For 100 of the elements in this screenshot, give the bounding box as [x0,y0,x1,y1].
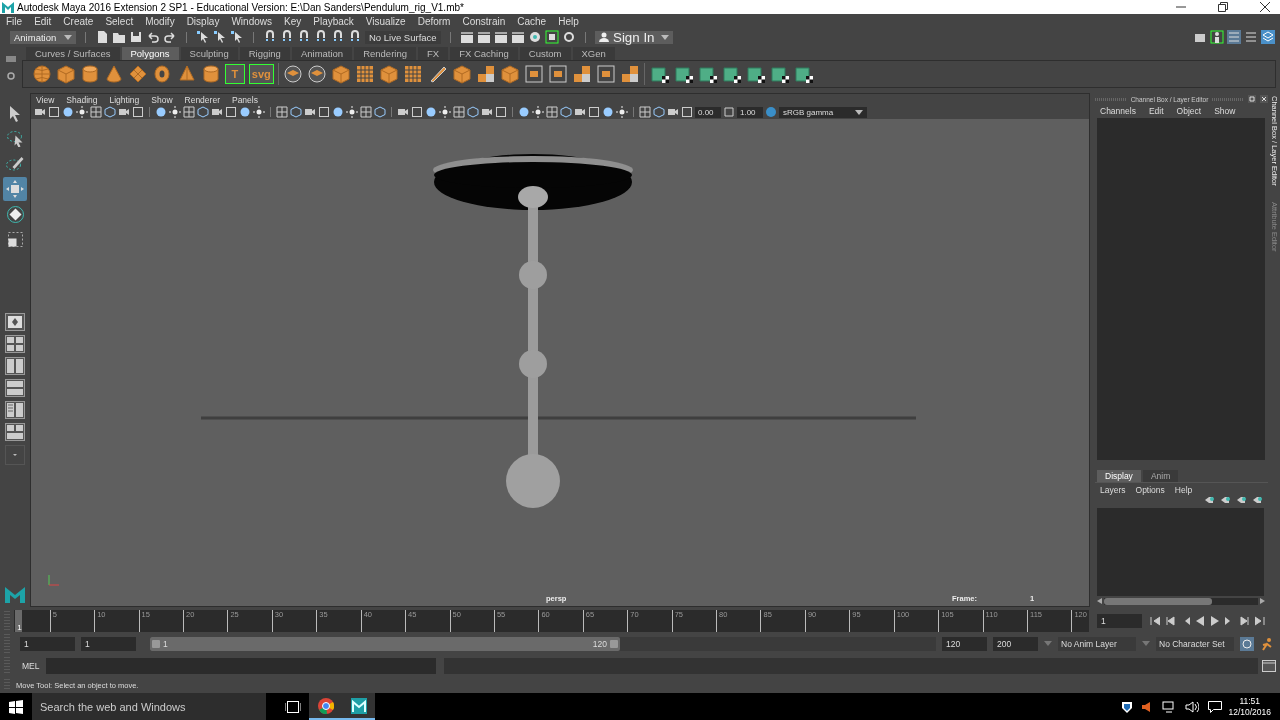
sign-in-dropdown[interactable]: Sign In [595,30,673,44]
live-surface-field[interactable]: No Live Surface [365,30,441,44]
step-forward-key-icon[interactable] [1240,615,1250,626]
checker-square-icon[interactable] [649,64,670,84]
clapboard-icon[interactable] [494,30,508,44]
menu-item[interactable]: Shading [66,94,98,105]
grid-icon[interactable] [355,64,376,84]
caret-icon[interactable] [64,34,72,40]
menu-item[interactable]: Lighting [109,94,140,105]
anim-layer-dropdown[interactable]: No Anim Layer [1058,636,1136,651]
gamma-field[interactable]: 1.00 [737,106,763,118]
square-icon[interactable] [681,106,693,118]
clapboard-icon[interactable] [477,30,491,44]
cube-icon[interactable] [653,106,665,118]
grid-icon[interactable] [183,106,195,118]
cube-icon[interactable] [499,64,520,84]
sphere-icon[interactable] [155,106,167,118]
grid-icon[interactable] [90,106,102,118]
grid-icon[interactable] [276,106,288,118]
camera-icon[interactable] [574,106,586,118]
close-icon[interactable] [1260,2,1270,12]
menu-item[interactable]: View [36,94,55,105]
menu-item[interactable]: Key [284,16,302,27]
menu-item[interactable]: Modify [145,16,175,27]
cube-icon[interactable] [104,106,116,118]
menu-item[interactable]: Windows [231,16,272,27]
go-to-start-icon[interactable] [1150,615,1160,626]
browser-icon[interactable] [317,697,334,714]
menu-item[interactable]: Cache [517,16,547,27]
pyramid-icon[interactable] [176,64,197,84]
sphere-icon[interactable] [602,106,614,118]
current-frame-marker[interactable]: 1 [15,609,22,632]
tiles-icon[interactable] [620,64,641,84]
camera-icon[interactable] [211,106,223,118]
go-to-end-icon[interactable] [1255,615,1265,626]
volume-icon[interactable] [1185,700,1200,713]
cube-icon[interactable] [56,64,77,84]
cube-icon[interactable] [331,64,352,84]
menu-item[interactable]: Deform [417,16,451,27]
layout-icon[interactable] [5,401,25,419]
cube-icon[interactable] [197,106,209,118]
grid-icon[interactable] [546,106,558,118]
magnet-icon[interactable] [348,30,362,44]
menu-item[interactable]: Help [1174,484,1193,495]
restore-icon[interactable] [1218,2,1228,12]
plane-icon[interactable] [128,64,149,84]
step-back-key-icon[interactable] [1165,615,1175,626]
caret-icon[interactable] [855,109,863,115]
clapboard-icon[interactable] [460,30,474,44]
menu-item[interactable]: Panels [231,94,258,105]
magnet-icon[interactable] [263,30,277,44]
redo-icon[interactable] [163,30,177,44]
cube-icon[interactable] [560,106,572,118]
network-icon[interactable] [1162,700,1177,713]
checker-square-icon[interactable] [794,64,815,84]
play-backward-icon[interactable] [1195,615,1205,626]
light-icon[interactable] [76,106,88,118]
play-forward-icon[interactable] [1210,615,1220,626]
cube-icon[interactable] [467,106,479,118]
square-icon[interactable] [225,106,237,118]
sphere-icon[interactable] [239,106,251,118]
frame-icon[interactable] [523,64,544,84]
grid-icon[interactable] [403,64,424,84]
sphere-icon[interactable] [425,106,437,118]
square-icon[interactable] [48,106,60,118]
exposure-field[interactable]: 0.00 [695,106,721,118]
sphere-icon[interactable] [518,106,530,118]
square-icon[interactable] [411,106,423,118]
workspace-dropdown[interactable]: Animation [10,30,76,44]
menu-item[interactable]: Edit [1148,105,1164,116]
checker-square-icon[interactable] [745,64,766,84]
sphere-icon[interactable] [32,64,52,84]
layer-tab[interactable]: Display [1097,470,1141,482]
current-frame-field[interactable]: 1 [1097,613,1142,628]
light-icon[interactable] [532,106,544,118]
camera-icon[interactable] [304,106,316,118]
shelf-tab[interactable]: Rigging [239,47,290,60]
menu-item[interactable]: Options [1135,484,1165,495]
start-time-field[interactable]: 1 [20,636,75,651]
tiles-icon[interactable] [572,64,593,84]
disk-icon[interactable] [307,64,328,84]
command-input-field[interactable] [46,658,436,674]
cylinder-icon[interactable] [80,64,101,84]
square-icon[interactable] [132,106,144,118]
magnet-icon[interactable] [331,30,345,44]
playback-start-field[interactable]: 1 [81,636,136,651]
color-space-dropdown[interactable]: sRGB gamma [779,106,867,118]
checker-square-icon[interactable] [721,64,742,84]
menu-item[interactable]: Channels [1100,105,1136,116]
cube-icon[interactable] [290,106,302,118]
menu-item[interactable]: Show [1214,105,1236,116]
menu-item[interactable]: Create [63,16,94,27]
light-icon[interactable] [253,106,265,118]
camera-icon[interactable] [118,106,130,118]
light-icon[interactable] [346,106,358,118]
taskbar-search-field[interactable]: Search the web and Windows [32,693,266,720]
magnet-icon[interactable] [280,30,294,44]
task-view-icon[interactable] [284,700,301,713]
magnet-icon[interactable] [314,30,328,44]
cube-icon[interactable] [379,64,400,84]
